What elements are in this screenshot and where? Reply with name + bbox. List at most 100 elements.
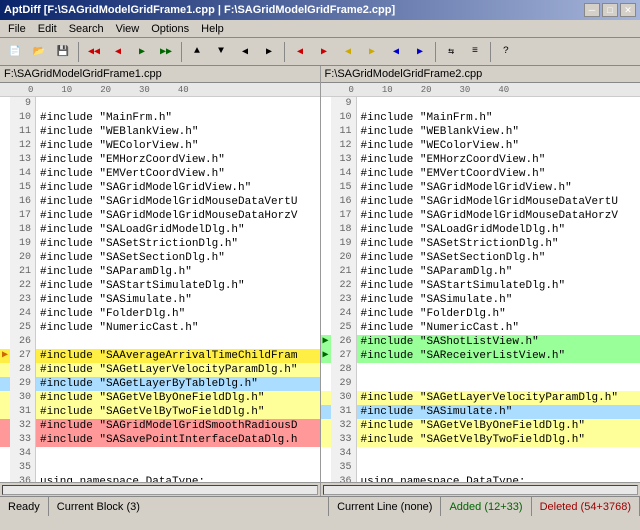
- menu-options[interactable]: Options: [145, 22, 195, 36]
- toolbar-nav-yellow2[interactable]: ▶: [361, 41, 383, 63]
- change-marker: [321, 139, 331, 153]
- line-content: using namespace DataType;: [357, 475, 640, 482]
- line-content: using namespace DataType;: [36, 475, 320, 482]
- change-marker: [321, 433, 331, 447]
- line-content: #include "MainFrm.h": [357, 111, 640, 125]
- toolbar-nav-blue2[interactable]: ▶: [409, 41, 431, 63]
- toolbar-up[interactable]: ▲: [186, 41, 208, 63]
- line-number: 20: [10, 251, 36, 265]
- right-code-area[interactable]: 910#include "MainFrm.h"11#include "WEBla…: [321, 97, 640, 482]
- table-row: 28: [321, 363, 640, 377]
- table-row: 25#include "NumericCast.h": [0, 321, 320, 335]
- toolbar-prev-diff[interactable]: ◀◀: [83, 41, 105, 63]
- line-number: 15: [10, 181, 36, 195]
- table-row: 10#include "MainFrm.h": [321, 111, 640, 125]
- line-content: #include "SAGetVelByOneFieldDlg.h": [36, 391, 320, 405]
- line-number: 25: [331, 321, 357, 335]
- toolbar-nav-red2[interactable]: ▶: [313, 41, 335, 63]
- change-marker: [0, 195, 10, 209]
- line-content: #include "SAGetVelByOneFieldDlg.h": [357, 419, 640, 433]
- minimize-button[interactable]: ─: [584, 3, 600, 17]
- line-content: #include "SAGetLayerVelocityParamDlg.h": [357, 391, 640, 405]
- line-number: 28: [10, 363, 36, 377]
- change-marker: [321, 195, 331, 209]
- change-marker: [0, 223, 10, 237]
- line-number: 22: [10, 279, 36, 293]
- toolbar-compare[interactable]: ≡: [464, 41, 486, 63]
- toolbar-nav-yellow1[interactable]: ◀: [337, 41, 359, 63]
- change-marker: [0, 209, 10, 223]
- line-number: 23: [331, 293, 357, 307]
- change-marker: [0, 139, 10, 153]
- table-row: 36using namespace DataType;: [321, 475, 640, 482]
- change-marker: [0, 433, 10, 447]
- menu-view[interactable]: View: [110, 22, 146, 36]
- line-number: 10: [10, 111, 36, 125]
- left-hscroll[interactable]: [0, 482, 320, 496]
- title-bar: AptDiff [F:\SAGridModelGridFrame1.cpp | …: [0, 0, 640, 20]
- line-content: [36, 447, 320, 461]
- change-marker: [321, 405, 331, 419]
- line-number: 29: [331, 377, 357, 391]
- change-marker: [0, 475, 10, 482]
- change-marker: [0, 335, 10, 349]
- change-marker: [321, 391, 331, 405]
- toolbar-nav-red1[interactable]: ◀: [289, 41, 311, 63]
- toolbar-next[interactable]: ▶: [131, 41, 153, 63]
- line-content: #include "SASetSectionDlg.h": [36, 251, 320, 265]
- toolbar-next-diff[interactable]: ▶▶: [155, 41, 177, 63]
- line-number: 17: [10, 209, 36, 223]
- line-content: #include "EMVertCoordView.h": [357, 167, 640, 181]
- change-marker: [321, 223, 331, 237]
- table-row: 18#include "SALoadGridModelDlg.h": [321, 223, 640, 237]
- right-hscroll[interactable]: [321, 482, 640, 496]
- line-number: 11: [10, 125, 36, 139]
- close-button[interactable]: ✕: [620, 3, 636, 17]
- toolbar-save[interactable]: 💾: [52, 41, 74, 63]
- line-number: 12: [331, 139, 357, 153]
- table-row: 20#include "SASetSectionDlg.h": [321, 251, 640, 265]
- line-content: #include "EMHorzCoordView.h": [36, 153, 320, 167]
- menu-help[interactable]: Help: [195, 22, 230, 36]
- line-content: #include "SAParamDlg.h": [357, 265, 640, 279]
- change-marker: ▶: [321, 335, 331, 349]
- change-marker: [321, 153, 331, 167]
- table-row: 16#include "SAGridModelGridMouseDataVert…: [321, 195, 640, 209]
- table-row: 17#include "SAGridModelGridMouseDataHorz…: [0, 209, 320, 223]
- toolbar-right[interactable]: ▶: [258, 41, 280, 63]
- change-marker: [321, 181, 331, 195]
- left-code-area[interactable]: 910#include "MainFrm.h"11#include "WEBla…: [0, 97, 320, 482]
- toolbar-down[interactable]: ▼: [210, 41, 232, 63]
- line-number: 21: [10, 265, 36, 279]
- line-content: #include "SAGridModelGridView.h": [36, 181, 320, 195]
- table-row: 13#include "EMHorzCoordView.h": [0, 153, 320, 167]
- line-number: 36: [331, 475, 357, 482]
- change-marker: [0, 363, 10, 377]
- toolbar-help[interactable]: ?: [495, 41, 517, 63]
- left-ruler: 0 10 20 30 40: [0, 83, 320, 97]
- toolbar-new[interactable]: 📄: [4, 41, 26, 63]
- line-content: #include "SAReceiverListView.h": [357, 349, 640, 363]
- line-number: 15: [331, 181, 357, 195]
- line-number: 20: [331, 251, 357, 265]
- toolbar-open[interactable]: 📂: [28, 41, 50, 63]
- table-row: 18#include "SALoadGridModelDlg.h": [0, 223, 320, 237]
- toolbar-sync[interactable]: ⇆: [440, 41, 462, 63]
- maximize-button[interactable]: □: [602, 3, 618, 17]
- table-row: 14#include "EMVertCoordView.h": [321, 167, 640, 181]
- toolbar-nav-blue1[interactable]: ◀: [385, 41, 407, 63]
- menu-search[interactable]: Search: [63, 22, 110, 36]
- toolbar-prev[interactable]: ◀: [107, 41, 129, 63]
- change-marker: [321, 251, 331, 265]
- toolbar-left[interactable]: ◀: [234, 41, 256, 63]
- line-content: #include "WEColorView.h": [357, 139, 640, 153]
- table-row: 35: [0, 461, 320, 475]
- table-row: 22#include "SAStartSimulateDlg.h": [321, 279, 640, 293]
- change-marker: [321, 237, 331, 251]
- table-row: 33#include "SAGetVelByTwoFieldDlg.h": [321, 433, 640, 447]
- menu-edit[interactable]: Edit: [32, 22, 63, 36]
- table-row: 32#include "SAGridModelGridSmoothRadious…: [0, 419, 320, 433]
- change-marker: ▶: [0, 349, 10, 363]
- menu-file[interactable]: File: [2, 22, 32, 36]
- line-content: #include "SASimulate.h": [36, 293, 320, 307]
